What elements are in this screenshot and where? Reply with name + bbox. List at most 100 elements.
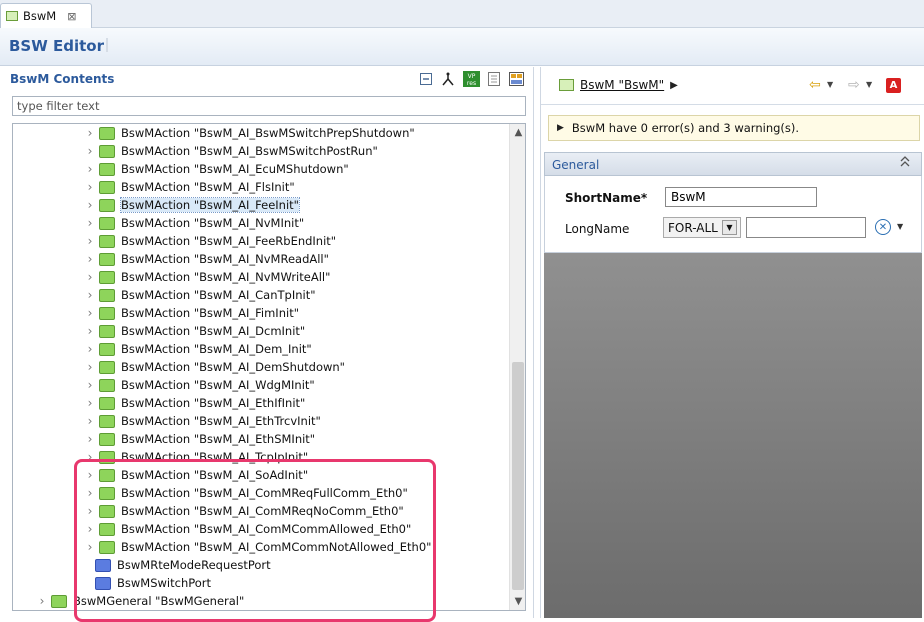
shortname-input[interactable]: [665, 187, 817, 207]
tree-item-label: BswMAction "BswM_AI_FeeRbEndInit": [121, 234, 337, 248]
folder-icon: [99, 198, 115, 212]
collapse-section-icon[interactable]: [900, 156, 910, 171]
collapse-all-icon[interactable]: [418, 71, 434, 87]
folder-icon: [99, 342, 115, 356]
general-section-header[interactable]: General: [544, 152, 922, 176]
tree-item[interactable]: › BswMAction "BswM_AI_FlsInit": [83, 178, 295, 196]
longname-language-select[interactable]: FOR-ALL ▼: [663, 217, 741, 238]
document-icon[interactable]: [486, 71, 502, 87]
tree-item-label: BswMAction "BswM_AI_EthTrcvInit": [121, 414, 321, 428]
close-icon[interactable]: ⊠: [67, 10, 76, 23]
language-options-icon[interactable]: ✕: [875, 219, 891, 235]
vp-res-icon[interactable]: VP res: [462, 71, 480, 87]
scroll-up-icon[interactable]: ▲: [510, 124, 525, 141]
expand-arrow-icon[interactable]: ›: [83, 234, 97, 248]
hierarchy-icon[interactable]: [440, 71, 456, 87]
tree-item[interactable]: › BswMAction "BswM_AI_DcmInit": [83, 322, 306, 340]
longname-language-value: FOR-ALL: [668, 220, 718, 235]
tree-item[interactable]: › BswMAction "BswM_AI_NvMInit": [83, 214, 305, 232]
tree-item[interactable]: › BswMAction "BswM_AI_EthSMInit": [83, 430, 316, 448]
tree-item-label: BswMAction "BswM_AI_NvMInit": [121, 216, 305, 230]
tree-item[interactable]: › BswMAction "BswM_AI_NvMReadAll": [83, 250, 329, 268]
folder-icon: [99, 396, 115, 410]
folder-icon: [99, 234, 115, 248]
expand-arrow-icon[interactable]: ›: [83, 288, 97, 302]
expand-arrow-icon[interactable]: ›: [83, 378, 97, 392]
general-section-body: ShortName* LongName FOR-ALL ▼ ✕ ▼: [544, 176, 922, 253]
expand-arrow-icon[interactable]: ›: [83, 198, 97, 212]
filter-input[interactable]: [12, 96, 526, 116]
tree-item[interactable]: › BswMAction "BswM_AI_NvMWriteAll": [83, 268, 331, 286]
expand-arrow-icon[interactable]: ›: [83, 432, 97, 446]
editor-tab-bswm[interactable]: BswM ⊠: [0, 3, 92, 28]
tree-item[interactable]: › BswMAction "BswM_AI_EthTrcvInit": [83, 412, 321, 430]
editor-tab-label: BswM: [23, 9, 57, 23]
contents-panel: BswM Contents VPres › BswMAction "BswM_AI…: [0, 67, 534, 622]
expand-arrow-icon[interactable]: ›: [83, 324, 97, 338]
expand-arrow-icon[interactable]: ›: [83, 360, 97, 374]
panel-divider: [541, 104, 924, 105]
expand-arrow-icon[interactable]: ›: [83, 342, 97, 356]
header-divider: [106, 38, 108, 52]
forward-dropdown-icon[interactable]: ▼: [866, 80, 872, 89]
tree-item[interactable]: › BswMAction "BswM_AI_BswMSwitchPostRun": [83, 142, 378, 160]
tree-item[interactable]: › BswMAction "BswM_AI_Dem_Init": [83, 340, 312, 358]
layout-icon[interactable]: [508, 71, 524, 87]
folder-icon: [99, 144, 115, 158]
folder-icon: [99, 162, 115, 176]
svg-text:VP: VP: [467, 73, 475, 80]
tree-item[interactable]: › BswMAction "BswM_AI_FeeInit": [83, 196, 300, 214]
forward-arrow-icon[interactable]: ⇨: [848, 77, 860, 93]
tree-item[interactable]: › BswMAction "BswM_AI_FeeRbEndInit": [83, 232, 337, 250]
expand-arrow-icon[interactable]: ›: [83, 396, 97, 410]
tree-item[interactable]: › BswMAction "BswM_AI_BswMSwitchPrepShutd…: [83, 124, 415, 142]
tree-item-label: BswMAction "BswM_AI_BswMSwitchPostRun": [121, 144, 378, 158]
contents-panel-title: BswM Contents: [10, 72, 115, 86]
folder-icon: [51, 594, 67, 608]
expand-arrow-icon[interactable]: ›: [35, 594, 49, 608]
tree-vertical-scrollbar[interactable]: ▲ ▼: [509, 124, 525, 610]
tree-item[interactable]: › BswMAction "BswM_AI_EcuMShutdown": [83, 160, 349, 178]
editor-header: BSW Editor: [0, 28, 924, 66]
general-section: General ShortName* LongName FOR-ALL ▼ ✕ …: [544, 152, 922, 618]
expand-icon[interactable]: ▶: [557, 123, 564, 133]
tree-item-label: BswMAction "BswM_AI_DcmInit": [121, 324, 306, 338]
folder-icon: [99, 216, 115, 230]
expand-arrow-icon[interactable]: ›: [83, 414, 97, 428]
tree-item[interactable]: › BswMAction "BswM_AI_FimInit": [83, 304, 299, 322]
tree-item[interactable]: › BswMAction "BswM_AI_DemShutdown": [83, 358, 345, 376]
back-dropdown-icon[interactable]: ▼: [827, 80, 833, 89]
expand-arrow-icon[interactable]: ›: [83, 180, 97, 194]
folder-icon: [99, 252, 115, 266]
expand-arrow-icon[interactable]: ›: [83, 252, 97, 266]
breadcrumb-link[interactable]: BswM "BswM": [580, 78, 664, 92]
tree-item[interactable]: › BswMAction "BswM_AI_CanTpInit": [83, 286, 316, 304]
validation-status-text: BswM have 0 error(s) and 3 warning(s).: [571, 121, 800, 135]
acrobat-icon[interactable]: A: [886, 78, 901, 93]
expand-arrow-icon[interactable]: ›: [83, 216, 97, 230]
tree-item-label: BswMAction "BswM_AI_NvMWriteAll": [121, 270, 331, 284]
tree-item[interactable]: › BswMAction "BswM_AI_WdgMInit": [83, 376, 315, 394]
tree-item[interactable]: › BswMAction "BswM_AI_EthIfInit": [83, 394, 306, 412]
scroll-down-icon[interactable]: ▼: [510, 593, 525, 610]
longname-label: LongName: [565, 222, 630, 236]
highlight-annotation: [74, 459, 436, 622]
expand-arrow-icon[interactable]: ›: [83, 306, 97, 320]
scrollbar-thumb[interactable]: [512, 362, 524, 590]
language-dropdown-icon[interactable]: ▼: [897, 222, 903, 231]
expand-arrow-icon[interactable]: ›: [83, 126, 97, 140]
editor-title: BSW Editor: [9, 37, 105, 55]
folder-icon: [99, 306, 115, 320]
expand-arrow-icon[interactable]: ›: [83, 270, 97, 284]
longname-input[interactable]: [746, 217, 866, 238]
shortname-label: ShortName*: [565, 191, 648, 205]
bswm-module-icon: [6, 11, 18, 21]
bswm-module-icon: [559, 79, 574, 91]
chevron-down-icon[interactable]: ▼: [722, 220, 737, 235]
back-arrow-icon[interactable]: ⇦: [809, 77, 821, 93]
breadcrumb-arrow-icon[interactable]: ▶: [670, 80, 678, 91]
expand-arrow-icon[interactable]: ›: [83, 144, 97, 158]
expand-arrow-icon[interactable]: ›: [83, 162, 97, 176]
folder-icon: [99, 288, 115, 302]
validation-status-bar[interactable]: ▶ BswM have 0 error(s) and 3 warning(s).: [548, 115, 920, 141]
